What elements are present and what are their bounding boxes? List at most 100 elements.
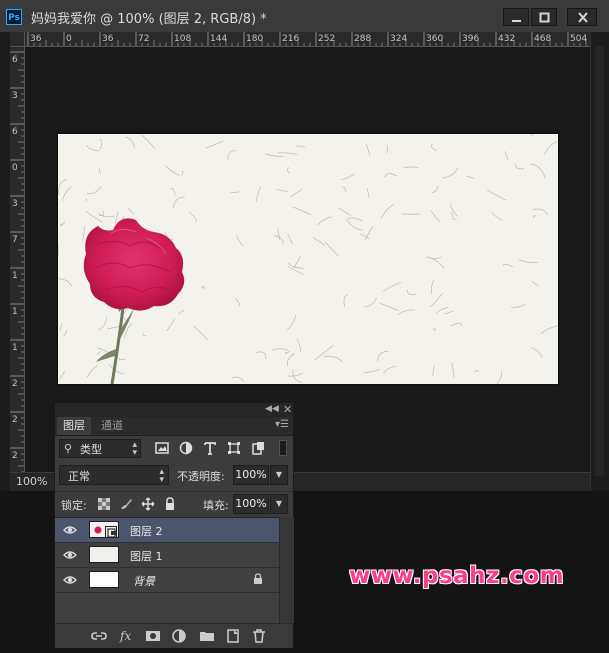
layer-name[interactable]: 图层 1 — [130, 548, 163, 564]
ruler-label: 360 — [426, 34, 443, 44]
fill-dropdown-button[interactable]: ▼ — [270, 494, 288, 514]
opacity-label: 不透明度: — [177, 470, 225, 483]
close-panel-icon[interactable]: ✕ — [283, 403, 292, 416]
zoom-level[interactable]: 100% — [16, 475, 47, 488]
paper-fiber — [403, 166, 419, 168]
pixel-layer-filter-icon[interactable] — [155, 441, 169, 455]
paper-fiber — [503, 151, 509, 161]
link-layers-icon[interactable] — [91, 628, 107, 644]
minimize-button[interactable] — [503, 8, 529, 26]
paper-fiber — [530, 134, 534, 136]
paper-fiber — [98, 213, 115, 218]
paper-fiber — [231, 376, 245, 382]
paper-fiber — [85, 211, 103, 223]
paper-fiber — [430, 256, 442, 259]
ruler-label: 3 — [12, 199, 18, 209]
paper-fiber — [277, 228, 280, 241]
layer-row-layer-1[interactable]: 图层 1 — [55, 543, 279, 568]
paper-fiber — [82, 226, 85, 242]
layers-scrollbar[interactable] — [279, 517, 294, 623]
paper-fiber — [293, 255, 302, 269]
lock-position-icon[interactable] — [141, 497, 155, 511]
paper-fiber — [540, 325, 558, 334]
filter-kind-select[interactable]: ⚲ 类型 ▴ ▾ — [59, 439, 141, 458]
paper-fiber — [430, 292, 444, 307]
panel-menu-icon[interactable]: ▾☰ — [275, 419, 289, 430]
delete-layer-trash-icon[interactable] — [251, 628, 267, 644]
paper-fiber — [235, 298, 240, 307]
paper-fiber — [290, 189, 302, 198]
ruler-label: 1 — [12, 307, 18, 317]
paper-fiber — [97, 316, 108, 331]
fx-layer-style-icon[interactable]: fx — [119, 628, 135, 644]
paper-fiber — [99, 167, 101, 175]
ruler-label: 1 — [12, 343, 18, 353]
new-group-folder-icon[interactable] — [199, 628, 215, 644]
ruler-label: 396 — [462, 34, 479, 44]
tab-channels[interactable]: 通道 — [95, 417, 129, 435]
paper-fiber — [86, 145, 100, 152]
fill-input[interactable]: 100% — [233, 494, 269, 514]
ruler-label: 36 — [102, 34, 114, 44]
lock-transparency-icon[interactable] — [97, 497, 111, 511]
maximize-button[interactable] — [531, 8, 557, 26]
filter-toggle-switch[interactable] — [279, 440, 287, 456]
adjustment-layer-filter-icon[interactable] — [179, 441, 193, 455]
paper-fiber — [341, 173, 356, 181]
paper-fiber — [532, 215, 536, 218]
panel-header[interactable]: ◀◀ ✕ — [55, 403, 293, 417]
paper-fiber — [98, 138, 103, 150]
tab-layers[interactable]: 图层 — [57, 417, 91, 435]
paper-fiber — [58, 278, 73, 287]
eye-icon[interactable] — [63, 549, 77, 561]
image-canvas[interactable] — [58, 134, 558, 384]
lock-all-icon[interactable] — [163, 497, 177, 511]
layer-name[interactable]: 背景 — [133, 573, 155, 589]
layer-name[interactable]: 图层 2 — [130, 523, 163, 539]
paper-fiber — [177, 310, 184, 315]
eye-icon[interactable] — [63, 574, 77, 586]
add-layer-mask-icon[interactable] — [145, 628, 161, 644]
vertical-ruler[interactable]: 6360371112223 — [10, 46, 25, 476]
vertical-scrollbar[interactable] — [595, 46, 604, 476]
collapse-panel-icon[interactable]: ◀◀ — [265, 404, 279, 414]
ruler-label: 36 — [30, 34, 42, 44]
blend-row: 正常 ▴ ▾ 不透明度: 100% ▼ — [55, 463, 293, 487]
paper-fiber — [324, 242, 339, 257]
search-icon: ⚲ — [64, 442, 73, 455]
type-layer-filter-icon[interactable] — [203, 441, 217, 455]
paper-fiber — [86, 186, 102, 195]
layer-thumbnail[interactable] — [89, 571, 119, 588]
opacity-dropdown-button[interactable]: ▼ — [270, 465, 288, 485]
opacity-input[interactable]: 100% — [233, 465, 269, 485]
paper-fiber — [118, 358, 126, 361]
layer-row-layer-2[interactable]: 图层 2 — [55, 518, 279, 543]
new-layer-icon[interactable] — [225, 628, 241, 644]
layers-panel: ◀◀ ✕ 图层 通道 ▾☰ ⚲ 类型 ▴ ▾ 正常 ▴ ▾ 不透明度: 100% ▼… — [54, 402, 294, 648]
paper-fiber — [296, 338, 302, 353]
ruler-origin[interactable] — [10, 32, 25, 47]
layer-thumbnail[interactable] — [89, 546, 119, 563]
paper-fiber — [431, 186, 439, 193]
paper-fiber — [124, 136, 136, 149]
paper-fiber — [256, 351, 266, 359]
paper-fiber — [379, 302, 399, 312]
shape-layer-filter-icon[interactable] — [227, 441, 241, 455]
blend-mode-select[interactable]: 正常 ▴ ▾ — [59, 465, 169, 485]
eye-icon[interactable] — [63, 524, 77, 536]
layer-row-background[interactable]: 背景 — [55, 568, 279, 593]
lock-image-pixels-icon[interactable] — [119, 497, 133, 511]
paper-fiber — [230, 191, 240, 193]
horizontal-ruler[interactable]: 36 0 36 72 108 144 180 216 252 288 324 360 396 432 468… — [10, 32, 590, 47]
close-window-button[interactable] — [567, 8, 597, 26]
new-adjustment-layer-icon[interactable] — [171, 628, 187, 644]
ruler-label: 180 — [246, 34, 263, 44]
smart-object-filter-icon[interactable] — [251, 441, 265, 455]
paper-fiber — [273, 235, 284, 244]
paper-fiber — [287, 372, 303, 377]
ruler-label: 2 — [12, 451, 18, 461]
paper-fiber — [510, 303, 526, 308]
paper-fiber — [141, 134, 156, 150]
paper-fiber — [431, 279, 435, 295]
paper-fiber — [63, 329, 68, 337]
